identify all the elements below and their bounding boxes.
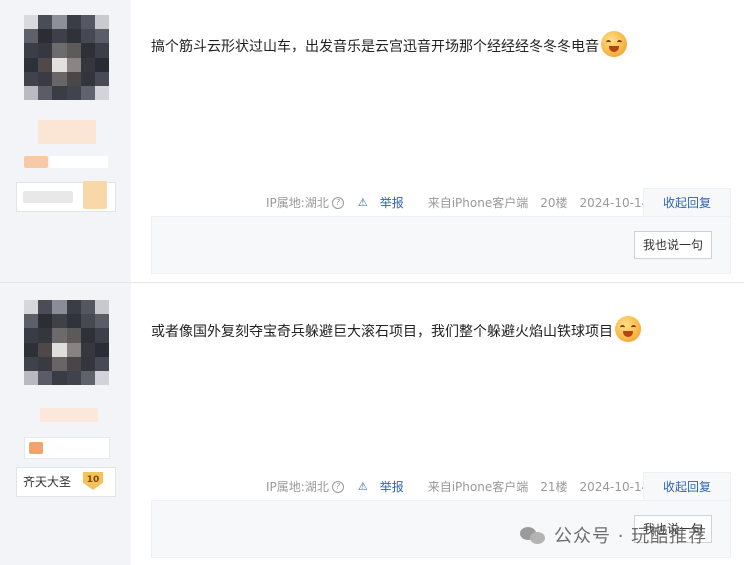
- collapse-replies-button[interactable]: 收起回复: [643, 472, 731, 501]
- report-link[interactable]: ⚠ 举报: [358, 478, 416, 495]
- question-circle-icon[interactable]: ?: [331, 196, 344, 209]
- badge-name-blurred: [23, 191, 73, 203]
- user-tag: [24, 437, 110, 459]
- client-source: 来自iPhone客户端: [427, 480, 529, 494]
- username-blurred[interactable]: [38, 120, 96, 144]
- post-divider: [0, 282, 744, 283]
- username-blurred[interactable]: [40, 408, 98, 422]
- post-text: 搞个筋斗云形状过山车，出发音乐是云宫迅音开场那个经经经冬冬冬电音: [151, 39, 599, 55]
- user-tag-space: [50, 156, 108, 168]
- collapse-replies-button[interactable]: 收起回复: [643, 188, 731, 217]
- floor-number: 21楼: [540, 480, 568, 494]
- wechat-icon: [520, 525, 546, 545]
- user-badge[interactable]: 齐天大圣 10: [16, 467, 116, 497]
- badge-name: 齐天大圣: [23, 475, 72, 489]
- question-circle-icon[interactable]: ?: [331, 480, 344, 493]
- post-content: 或者像国外复刻夺宝奇兵躲避巨大滚石项目，我们整个躲避火焰山铁球项目: [151, 316, 641, 342]
- report-label: 举报: [379, 480, 404, 494]
- ip-location: IP属地:湖北: [266, 480, 329, 494]
- user-badge[interactable]: [16, 181, 116, 212]
- watermark-text: 公众号 · 玩酷推荐: [554, 526, 708, 547]
- smiley-emoji-icon: [601, 31, 627, 57]
- reply-button[interactable]: 我也说一句: [634, 231, 712, 259]
- post-meta: IP属地:湖北 ? ⚠ 举报 来自iPhone客户端 21楼 2024-10-14…: [266, 478, 700, 495]
- badge-level-blurred: [83, 181, 107, 209]
- report-link[interactable]: ⚠ 举报: [358, 194, 416, 211]
- post-meta: IP属地:湖北 ? ⚠ 举报 来自iPhone客户端 20楼 2024-10-14…: [266, 194, 700, 211]
- user-tag-blurred: [24, 156, 48, 168]
- reply-box: 我也说一句: [151, 216, 731, 274]
- avatar[interactable]: [24, 15, 109, 100]
- warning-triangle-icon: ⚠: [357, 480, 368, 493]
- avatar[interactable]: [24, 300, 109, 385]
- smiley-emoji-icon: [615, 316, 641, 342]
- floor-number: 20楼: [540, 196, 568, 210]
- badge-level: 10: [83, 472, 103, 490]
- post-text: 或者像国外复刻夺宝奇兵躲避巨大滚石项目，我们整个躲避火焰山铁球项目: [151, 324, 613, 340]
- ip-location: IP属地:湖北: [266, 196, 329, 210]
- warning-triangle-icon: ⚠: [357, 196, 368, 209]
- report-label: 举报: [379, 196, 404, 210]
- tag-icon-blurred: [29, 442, 43, 454]
- client-source: 来自iPhone客户端: [427, 196, 529, 210]
- watermark: 公众号 · 玩酷推荐: [520, 522, 707, 548]
- post-content: 搞个筋斗云形状过山车，出发音乐是云宫迅音开场那个经经经冬冬冬电音: [151, 31, 627, 57]
